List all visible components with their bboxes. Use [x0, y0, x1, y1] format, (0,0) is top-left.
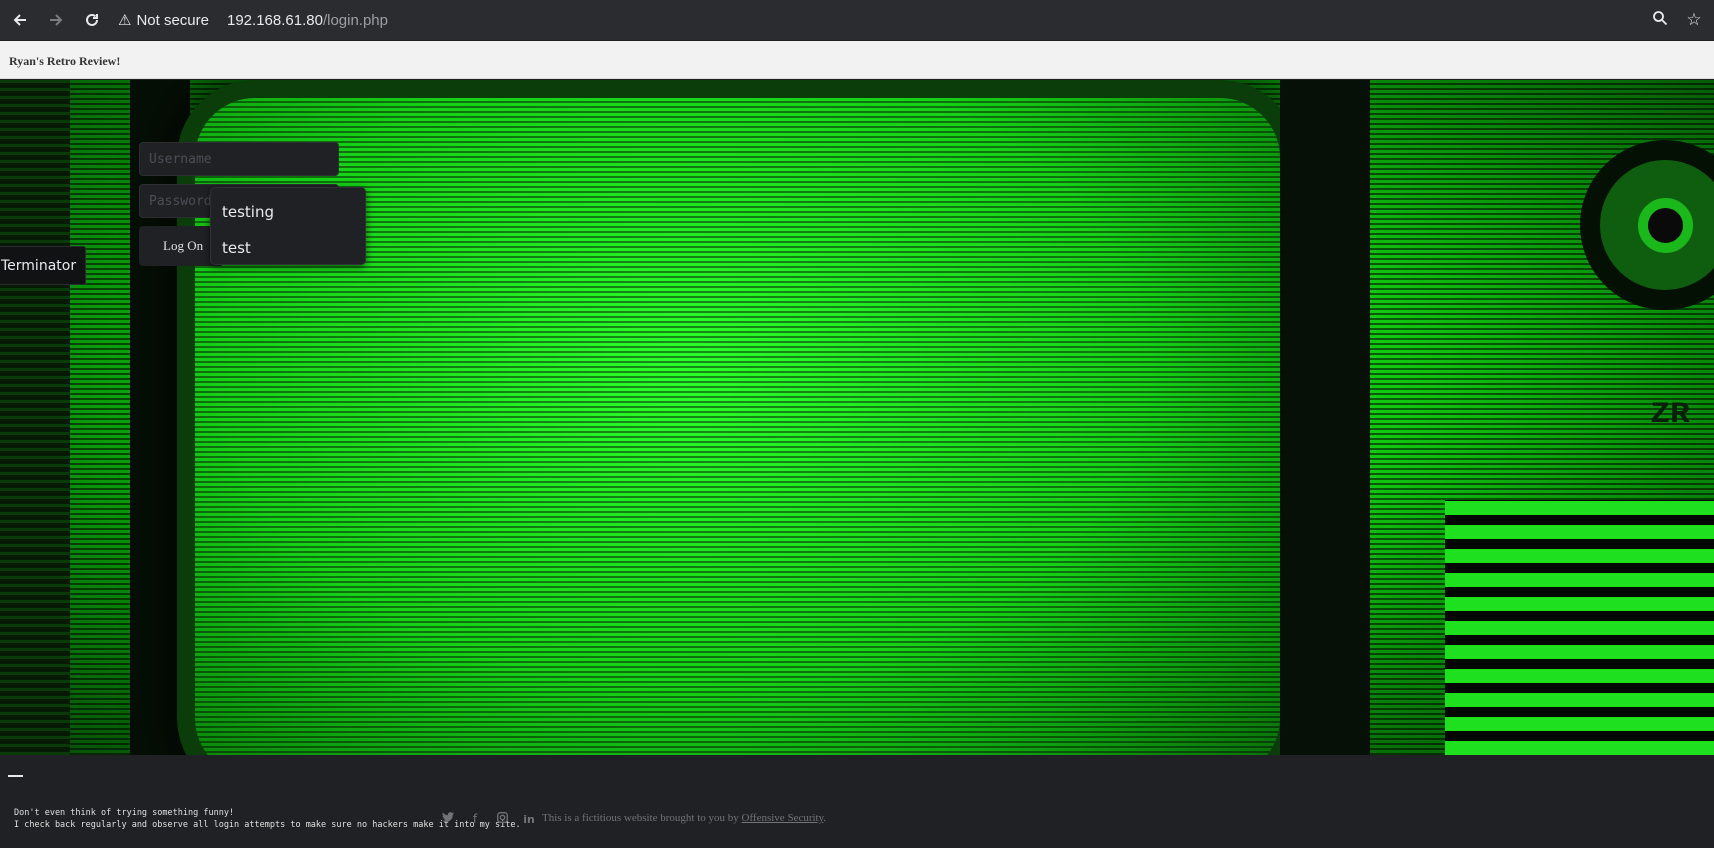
hero-background: ZR [0, 80, 1714, 755]
linkedin-icon[interactable]: in [522, 813, 536, 826]
back-button[interactable] [2, 2, 38, 38]
hero-left-panel [0, 80, 70, 755]
warning-icon: ⚠ [118, 12, 132, 29]
forward-arrow-icon [50, 14, 63, 26]
terminator-label[interactable]: Terminator [0, 246, 86, 285]
forward-button[interactable] [38, 2, 74, 38]
address-bar[interactable]: 192.168.61.80/login.php [227, 12, 388, 29]
username-input[interactable] [139, 142, 339, 176]
tv-brand-mark: ZR [1650, 398, 1690, 432]
tv-right-bezel [1280, 80, 1370, 755]
autocomplete-item[interactable]: testing [211, 194, 365, 230]
url-path: /login.php [322, 11, 388, 29]
zoom-icon[interactable] [1650, 10, 1670, 31]
autocomplete-dropdown: testing test [210, 187, 366, 265]
site-footer: Don't even think of trying something fun… [0, 755, 1714, 848]
back-arrow-icon [13, 14, 26, 26]
footer-dash [8, 775, 23, 777]
autocomplete-item[interactable]: test [211, 230, 365, 266]
footer-credit-end: . [823, 812, 827, 824]
reload-icon [86, 13, 98, 26]
site-header: Ryan's Retro Review! [0, 41, 1714, 79]
browser-toolbar: ⚠ Not secure 192.168.61.80/login.php ☆ [0, 0, 1714, 40]
footer-credit-text: This is a fictitious website brought to … [542, 812, 742, 824]
security-label: Not secure [136, 11, 209, 29]
bookmark-star-icon[interactable]: ☆ [1684, 10, 1704, 30]
security-indicator[interactable]: ⚠ Not secure [118, 11, 209, 30]
offensive-security-link[interactable]: Offensive Security [742, 812, 824, 824]
tv-speaker-grille [1445, 500, 1714, 755]
footer-social-links: f in [441, 812, 536, 826]
reload-button[interactable] [74, 2, 110, 38]
tv-left-bezel [130, 80, 190, 755]
url-host: 192.168.61.80 [227, 11, 323, 29]
tv-knob-image [1580, 140, 1714, 310]
facebook-icon[interactable]: f [468, 812, 482, 826]
twitter-icon[interactable] [441, 812, 455, 826]
footer-credit: This is a fictitious website brought to … [542, 812, 826, 824]
instagram-icon[interactable] [495, 812, 509, 826]
site-title[interactable]: Ryan's Retro Review! [9, 54, 120, 69]
